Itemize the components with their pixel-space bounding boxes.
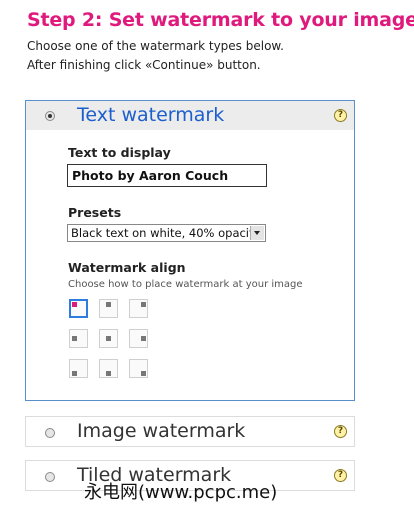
text-to-display-label: Text to display [68,145,171,160]
position-dot-icon [72,302,77,307]
align-middle-right[interactable] [129,329,148,348]
image-watermark-option[interactable]: Image watermark ? [25,416,355,447]
help-icon[interactable]: ? [334,109,347,122]
align-top-right[interactable] [129,299,148,318]
position-dot-icon [106,336,111,341]
position-dot-icon [106,371,111,376]
presets-selected-value: Black text on white, 40% opacity [71,226,261,240]
help-icon[interactable]: ? [334,425,347,438]
align-bottom-center[interactable] [99,359,118,378]
position-dot-icon [141,302,146,307]
watermark-align-hint: Choose how to place watermark at your im… [68,279,303,290]
align-middle-left[interactable] [69,329,88,348]
watermark-align-label: Watermark align [68,260,186,275]
position-dot-icon [72,371,77,376]
chevron-down-icon[interactable] [250,226,264,240]
text-watermark-header[interactable]: Text watermark ? [26,101,354,130]
image-watermark-radio[interactable] [45,428,55,438]
text-watermark-panel: Text watermark ? Text to display Photo b… [25,100,355,401]
position-dot-icon [106,302,111,307]
position-dot-icon [141,371,146,376]
presets-label: Presets [68,205,122,220]
align-top-left[interactable] [69,299,88,318]
text-to-display-input[interactable]: Photo by Aaron Couch [67,164,267,187]
instruction-line-2: After finishing click «Continue» button. [27,58,261,72]
text-watermark-title[interactable]: Text watermark [77,104,224,126]
align-bottom-left[interactable] [69,359,88,378]
align-bottom-right[interactable] [129,359,148,378]
image-watermark-title[interactable]: Image watermark [77,420,245,442]
align-top-center[interactable] [99,299,118,318]
text-watermark-radio[interactable] [45,111,55,121]
presets-select[interactable]: Black text on white, 40% opacity [67,224,266,242]
page-title: Step 2: Set watermark to your images [27,9,414,31]
position-dot-icon [72,336,77,341]
help-icon[interactable]: ? [334,469,347,482]
position-dot-icon [141,336,146,341]
tiled-watermark-radio[interactable] [45,472,55,482]
site-watermark-overlay: 永电网(www.pcpc.me) [84,482,278,503]
instruction-line-1: Choose one of the watermark types below. [27,39,284,53]
align-middle-center[interactable] [99,329,118,348]
